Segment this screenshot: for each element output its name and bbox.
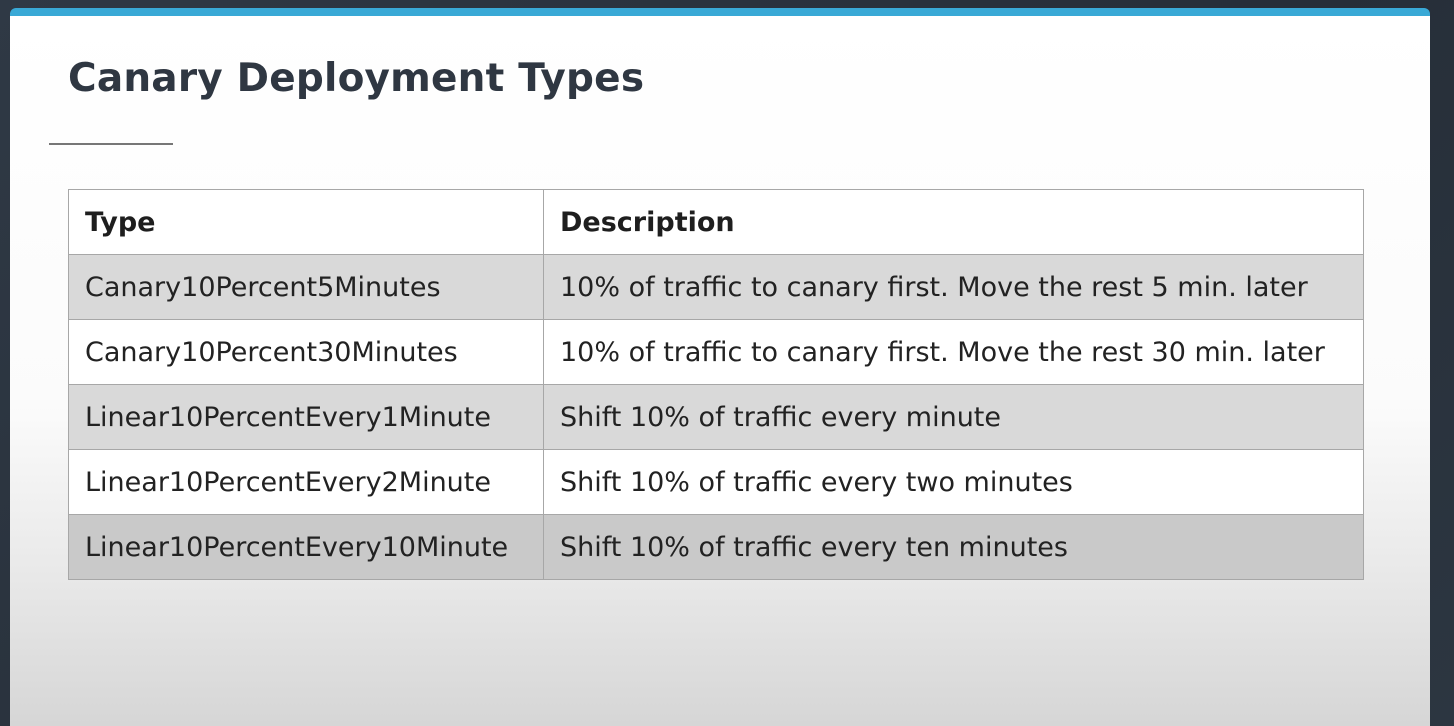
cell-description: 10% of traffic to canary first. Move the… (543, 319, 1364, 385)
table-row: Linear10PercentEvery10Minute Shift 10% o… (68, 514, 1364, 580)
cell-description: 10% of traffic to canary first. Move the… (543, 254, 1364, 320)
deployment-types-table: Type Description Canary10Percent5Minutes… (68, 189, 1364, 580)
header-description: Description (543, 189, 1364, 255)
slide: Canary Deployment Types Type Description… (10, 8, 1430, 726)
header-type: Type (68, 189, 544, 255)
table-row: Canary10Percent5Minutes 10% of traffic t… (68, 254, 1364, 320)
table-header-row: Type Description (68, 189, 1364, 255)
cell-type: Linear10PercentEvery1Minute (68, 384, 544, 450)
cell-type: Canary10Percent5Minutes (68, 254, 544, 320)
cell-description: Shift 10% of traffic every minute (543, 384, 1364, 450)
table-row: Linear10PercentEvery1Minute Shift 10% of… (68, 384, 1364, 450)
title-underline (49, 143, 173, 145)
cell-type: Canary10Percent30Minutes (68, 319, 544, 385)
presentation-frame: Canary Deployment Types Type Description… (0, 0, 1454, 726)
table-row: Linear10PercentEvery2Minute Shift 10% of… (68, 449, 1364, 515)
cell-type: Linear10PercentEvery2Minute (68, 449, 544, 515)
slide-title: Canary Deployment Types (68, 56, 645, 101)
cell-description: Shift 10% of traffic every ten minutes (543, 514, 1364, 580)
table-row: Canary10Percent30Minutes 10% of traffic … (68, 319, 1364, 385)
cell-description: Shift 10% of traffic every two minutes (543, 449, 1364, 515)
cell-type: Linear10PercentEvery10Minute (68, 514, 544, 580)
